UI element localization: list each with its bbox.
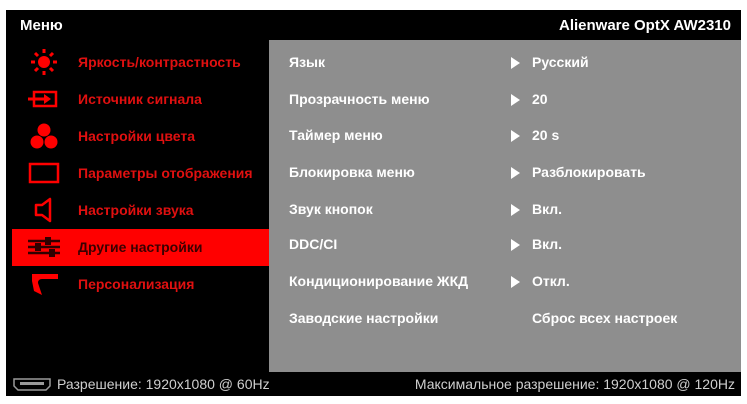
submenu-arrow-icon	[511, 204, 520, 216]
setting-language[interactable]: Язык Русский	[269, 44, 741, 80]
setting-lcd-conditioning[interactable]: Кондиционирование ЖКД Откл.	[269, 263, 741, 299]
setting-name: Таймер меню	[289, 127, 383, 143]
personalize-icon	[24, 271, 64, 297]
menu-item-label: Яркость/контрастность	[78, 54, 241, 70]
input-source-icon	[24, 86, 64, 112]
submenu-arrow-icon	[511, 130, 520, 142]
setting-value: 20	[532, 91, 548, 107]
menu-item-label: Персонализация	[78, 276, 195, 292]
menu-item-input-source[interactable]: Источник сигнала	[12, 81, 269, 118]
setting-menu-timer[interactable]: Таймер меню 20 s	[269, 117, 741, 153]
menu-item-label: Источник сигнала	[78, 91, 202, 107]
submenu-arrow-icon	[511, 94, 520, 106]
osd-window: Меню Alienware OptX AW2310 Яркость/контр…	[0, 0, 747, 404]
setting-name: Язык	[289, 54, 325, 70]
setting-value: Разблокировать	[532, 164, 646, 180]
menu-item-audio-settings[interactable]: Настройки звука	[12, 192, 269, 229]
menu-title: Меню	[20, 17, 63, 34]
current-resolution: Разрешение: 1920x1080 @ 60Hz	[57, 376, 270, 392]
setting-value: Русский	[532, 54, 589, 70]
menu-item-other-settings[interactable]: Другие настройки	[12, 229, 269, 266]
setting-value: 20 s	[532, 127, 560, 143]
speaker-icon	[24, 197, 64, 223]
setting-name: DDC/CI	[289, 236, 338, 252]
menu-item-display-settings[interactable]: Параметры отображения	[12, 155, 269, 192]
submenu-arrow-icon	[511, 167, 520, 179]
setting-value: Вкл.	[532, 201, 563, 217]
setting-name: Кондиционирование ЖКД	[289, 273, 469, 289]
menu-item-label: Другие настройки	[78, 239, 203, 255]
menu-item-color-settings[interactable]: Настройки цвета	[12, 118, 269, 155]
setting-name: Звук кнопок	[289, 201, 373, 217]
setting-ddc-ci[interactable]: DDC/CI Вкл.	[269, 226, 741, 262]
setting-menu-lock[interactable]: Блокировка меню Разблокировать	[269, 154, 741, 190]
setting-name: Прозрачность меню	[289, 91, 430, 107]
setting-value: Сброс всех настроек	[532, 310, 678, 326]
menu-item-label: Настройки цвета	[78, 128, 196, 144]
display-icon	[24, 160, 64, 186]
setting-name: Заводские настройки	[289, 310, 439, 326]
setting-factory-reset[interactable]: Заводские настройки Сброс всех настроек	[269, 300, 741, 336]
setting-menu-transparency[interactable]: Прозрачность меню 20	[269, 81, 741, 117]
main-menu: Яркость/контрастность Источник сигнала Н…	[6, 40, 269, 372]
max-resolution: Максимальное разрешение: 1920x1080 @ 120…	[414, 376, 735, 392]
color-icon	[24, 123, 64, 149]
sliders-icon	[24, 234, 64, 260]
setting-name: Блокировка меню	[289, 164, 415, 180]
title-bar: Меню Alienware OptX AW2310	[6, 10, 741, 40]
brightness-icon	[24, 49, 64, 75]
main-panel: Яркость/контрастность Источник сигнала Н…	[6, 40, 741, 372]
submenu-arrow-icon	[511, 276, 520, 288]
monitor-model: Alienware OptX AW2310	[558, 17, 731, 34]
setting-button-sound[interactable]: Звук кнопок Вкл.	[269, 191, 741, 227]
submenu-arrow-icon	[511, 239, 520, 251]
menu-item-label: Параметры отображения	[78, 165, 253, 181]
setting-value: Вкл.	[532, 236, 563, 252]
menu-item-personalize[interactable]: Персонализация	[12, 266, 269, 303]
submenu-arrow-icon	[511, 57, 520, 69]
setting-value: Откл.	[532, 273, 570, 289]
settings-panel: Язык Русский Прозрачность меню 20 Таймер…	[269, 40, 741, 372]
menu-item-brightness-contrast[interactable]: Яркость/контрастность	[12, 44, 269, 81]
menu-item-label: Настройки звука	[78, 202, 194, 218]
hdmi-connector-icon	[12, 378, 52, 391]
status-bar: Разрешение: 1920x1080 @ 60Hz Максимально…	[6, 372, 741, 396]
